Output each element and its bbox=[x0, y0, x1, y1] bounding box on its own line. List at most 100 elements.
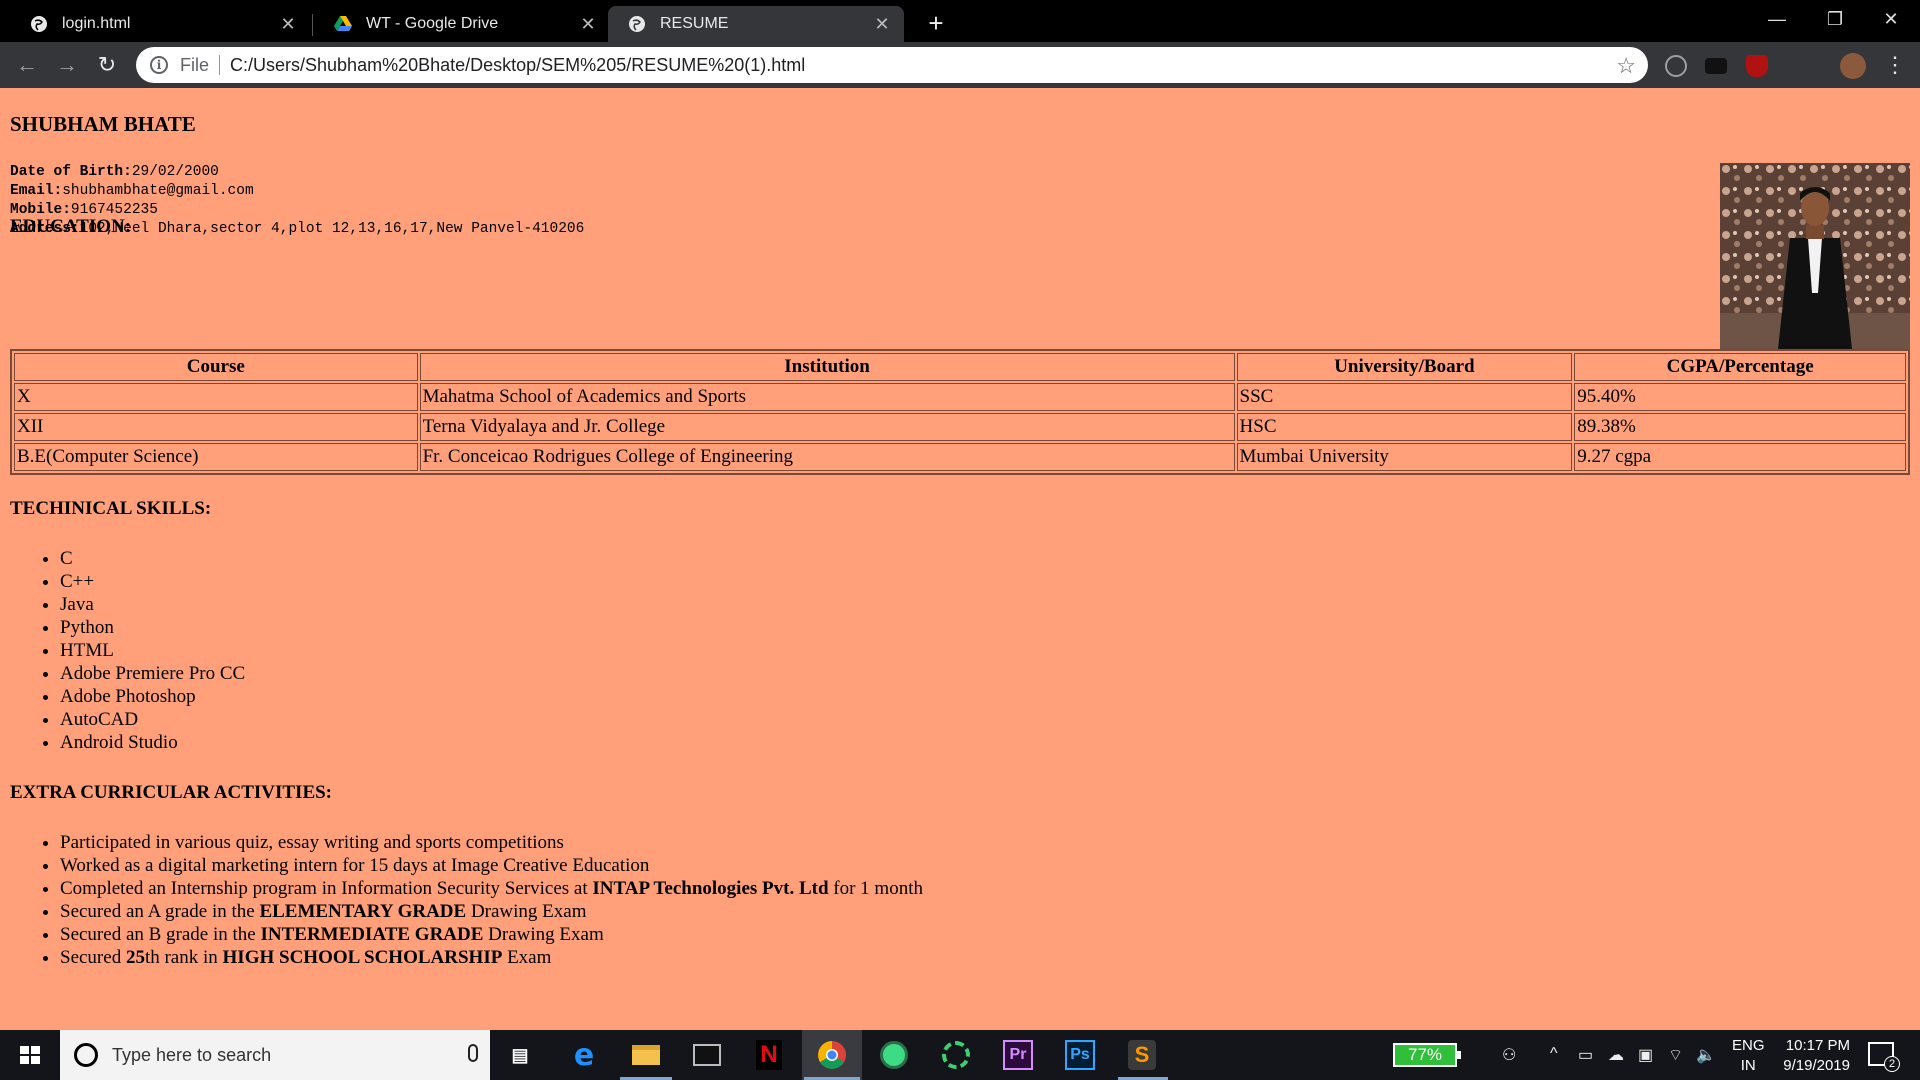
activities-list: Participated in various quiz, essay writ… bbox=[60, 831, 923, 969]
list-item: C++ bbox=[60, 570, 245, 593]
browser-toolbar: ← → ↻ i File C:/Users/Shubham%20Bhate/De… bbox=[0, 42, 1920, 88]
menu-icon[interactable]: ⋮ bbox=[1880, 50, 1910, 80]
profile-avatar[interactable] bbox=[1840, 53, 1866, 79]
list-item: Secured 25th rank in HIGH SCHOOL SCHOLAR… bbox=[60, 946, 923, 969]
windows-taskbar: Type here to search ▤ e N Pr Ps S 77% ⚇ … bbox=[0, 1030, 1920, 1080]
text: for 1 month bbox=[828, 878, 923, 899]
text: Secured bbox=[60, 947, 126, 968]
list-item: C bbox=[60, 547, 245, 570]
battery-tray-icon[interactable]: ▭ bbox=[1578, 1045, 1593, 1065]
table-row: XII Terna Vidyalaya and Jr. College HSC … bbox=[14, 413, 1906, 441]
file-explorer-icon[interactable] bbox=[628, 1037, 664, 1073]
tab-title: login.html bbox=[62, 15, 131, 32]
url-text[interactable]: C:/Users/Shubham%20Bhate/Desktop/SEM%205… bbox=[230, 55, 805, 76]
table-cell: Terna Vidyalaya and Jr. College bbox=[419, 413, 1235, 441]
wifi-icon[interactable]: ⌔ bbox=[1668, 1045, 1683, 1065]
ublock-icon[interactable] bbox=[1746, 55, 1768, 77]
text: Drawing Exam bbox=[466, 901, 587, 922]
resume-page: SHUBHAM BHATE Date of Birth:29/02/2000 E… bbox=[0, 88, 1920, 1030]
netflix-icon[interactable]: N bbox=[751, 1037, 787, 1073]
tab-title: RESUME bbox=[660, 15, 729, 32]
list-item: Participated in various quiz, essay writ… bbox=[60, 831, 923, 854]
tab-resume[interactable]: RESUME ✕ bbox=[608, 6, 904, 42]
table-row: X Mahatma School of Academics and Sports… bbox=[14, 383, 1906, 411]
premiere-pro-icon[interactable]: Pr bbox=[1000, 1037, 1036, 1073]
clock-date: 9/19/2019 bbox=[1783, 1057, 1850, 1074]
table-row: B.E(Computer Science) Fr. Conceicao Rodr… bbox=[14, 443, 1906, 471]
list-item: Adobe Photoshop bbox=[60, 685, 245, 708]
url-divider bbox=[219, 55, 221, 75]
tab-login[interactable]: login.html ✕ bbox=[10, 6, 310, 42]
column-header: University/Board bbox=[1236, 353, 1573, 381]
close-tab-icon[interactable]: ✕ bbox=[578, 14, 598, 34]
new-tab-button[interactable]: + bbox=[920, 8, 952, 40]
restore-button[interactable]: ❐ bbox=[1806, 0, 1864, 40]
list-item: AutoCAD bbox=[60, 708, 245, 731]
text: Worked as a digital marketing intern for… bbox=[60, 855, 650, 876]
address-bar[interactable]: i File C:/Users/Shubham%20Bhate/Desktop/… bbox=[136, 47, 1648, 83]
photoshop-icon[interactable]: Ps bbox=[1062, 1037, 1098, 1073]
microphone-icon[interactable] bbox=[468, 1044, 478, 1062]
close-window-button[interactable]: ✕ bbox=[1862, 0, 1920, 40]
system-clock[interactable]: 10:17 PM 9/19/2019 bbox=[1760, 1036, 1850, 1076]
terminal-icon[interactable] bbox=[689, 1037, 725, 1073]
list-item: Python bbox=[60, 616, 245, 639]
table-cell: 9.27 cgpa bbox=[1574, 443, 1906, 471]
text: Participated in various quiz, essay writ… bbox=[60, 832, 564, 853]
android-studio-icon[interactable] bbox=[876, 1037, 912, 1073]
globe-icon bbox=[30, 15, 48, 33]
minimize-button[interactable]: — bbox=[1748, 0, 1806, 40]
column-header: Course bbox=[14, 353, 418, 381]
activities-heading: EXTRA CURRICULAR ACTIVITIES: bbox=[10, 782, 333, 803]
bold-text: INTAP Technologies Pvt. Ltd bbox=[592, 878, 829, 899]
list-item: Adobe Premiere Pro CC bbox=[60, 662, 245, 685]
education-heading: EDUCATION: bbox=[10, 216, 132, 237]
extension-icon[interactable] bbox=[1665, 55, 1687, 77]
back-button[interactable]: ← bbox=[12, 50, 42, 80]
chevron-up-icon[interactable]: ^ bbox=[1550, 1045, 1558, 1063]
spinner-app-icon[interactable] bbox=[938, 1037, 974, 1073]
text: th rank in bbox=[144, 947, 223, 968]
sublime-text-icon[interactable]: S bbox=[1124, 1037, 1160, 1073]
list-item: Android Studio bbox=[60, 731, 245, 754]
taskbar-search-box[interactable]: Type here to search bbox=[60, 1030, 490, 1080]
reload-button[interactable]: ↻ bbox=[92, 50, 122, 80]
tab-title: WT - Google Drive bbox=[366, 15, 499, 32]
cortana-icon bbox=[74, 1043, 98, 1067]
table-cell: 95.40% bbox=[1574, 383, 1906, 411]
tab-divider bbox=[312, 14, 313, 36]
onedrive-icon[interactable]: ☁ bbox=[1608, 1045, 1624, 1065]
text: Secured an A grade in the bbox=[60, 901, 260, 922]
close-tab-icon[interactable]: ✕ bbox=[872, 14, 892, 34]
youtube-extension-icon[interactable] bbox=[1705, 58, 1727, 74]
edge-icon[interactable]: e bbox=[566, 1037, 602, 1073]
column-header: CGPA/Percentage bbox=[1574, 353, 1906, 381]
security-icon[interactable]: ▣ bbox=[1638, 1045, 1653, 1065]
list-item: HTML bbox=[60, 639, 245, 662]
info-icon[interactable]: i bbox=[150, 56, 168, 74]
task-view-icon[interactable]: ▤ bbox=[502, 1037, 538, 1073]
url-scheme: File bbox=[180, 54, 210, 75]
google-drive-icon bbox=[334, 15, 352, 33]
table-cell: Fr. Conceicao Rodrigues College of Engin… bbox=[419, 443, 1235, 471]
table-cell: 89.38% bbox=[1574, 413, 1906, 441]
chrome-icon[interactable] bbox=[814, 1037, 850, 1073]
list-item: Secured an A grade in the ELEMENTARY GRA… bbox=[60, 900, 923, 923]
resume-name: SHUBHAM BHATE bbox=[10, 112, 196, 136]
people-icon[interactable]: ⚇ bbox=[1502, 1045, 1516, 1065]
tab-google-drive[interactable]: WT - Google Drive ✕ bbox=[314, 6, 610, 42]
notification-center-icon[interactable]: 2 bbox=[1868, 1042, 1900, 1072]
start-button[interactable] bbox=[0, 1030, 60, 1080]
bookmark-star-icon[interactable]: ☆ bbox=[1616, 53, 1636, 79]
text: Secured an B grade in the bbox=[60, 924, 261, 945]
skills-list: C C++ Java Python HTML Adobe Premiere Pr… bbox=[60, 547, 245, 754]
forward-button[interactable]: → bbox=[52, 50, 82, 80]
close-tab-icon[interactable]: ✕ bbox=[278, 14, 298, 34]
text: Drawing Exam bbox=[483, 924, 604, 945]
table-cell: XII bbox=[14, 413, 418, 441]
battery-indicator[interactable]: 77% bbox=[1393, 1043, 1461, 1067]
windows-logo-icon bbox=[20, 1046, 40, 1064]
table-header-row: Course Institution University/Board CGPA… bbox=[14, 353, 1906, 381]
column-header: Institution bbox=[419, 353, 1235, 381]
volume-muted-icon[interactable]: 🔈 bbox=[1696, 1045, 1716, 1065]
